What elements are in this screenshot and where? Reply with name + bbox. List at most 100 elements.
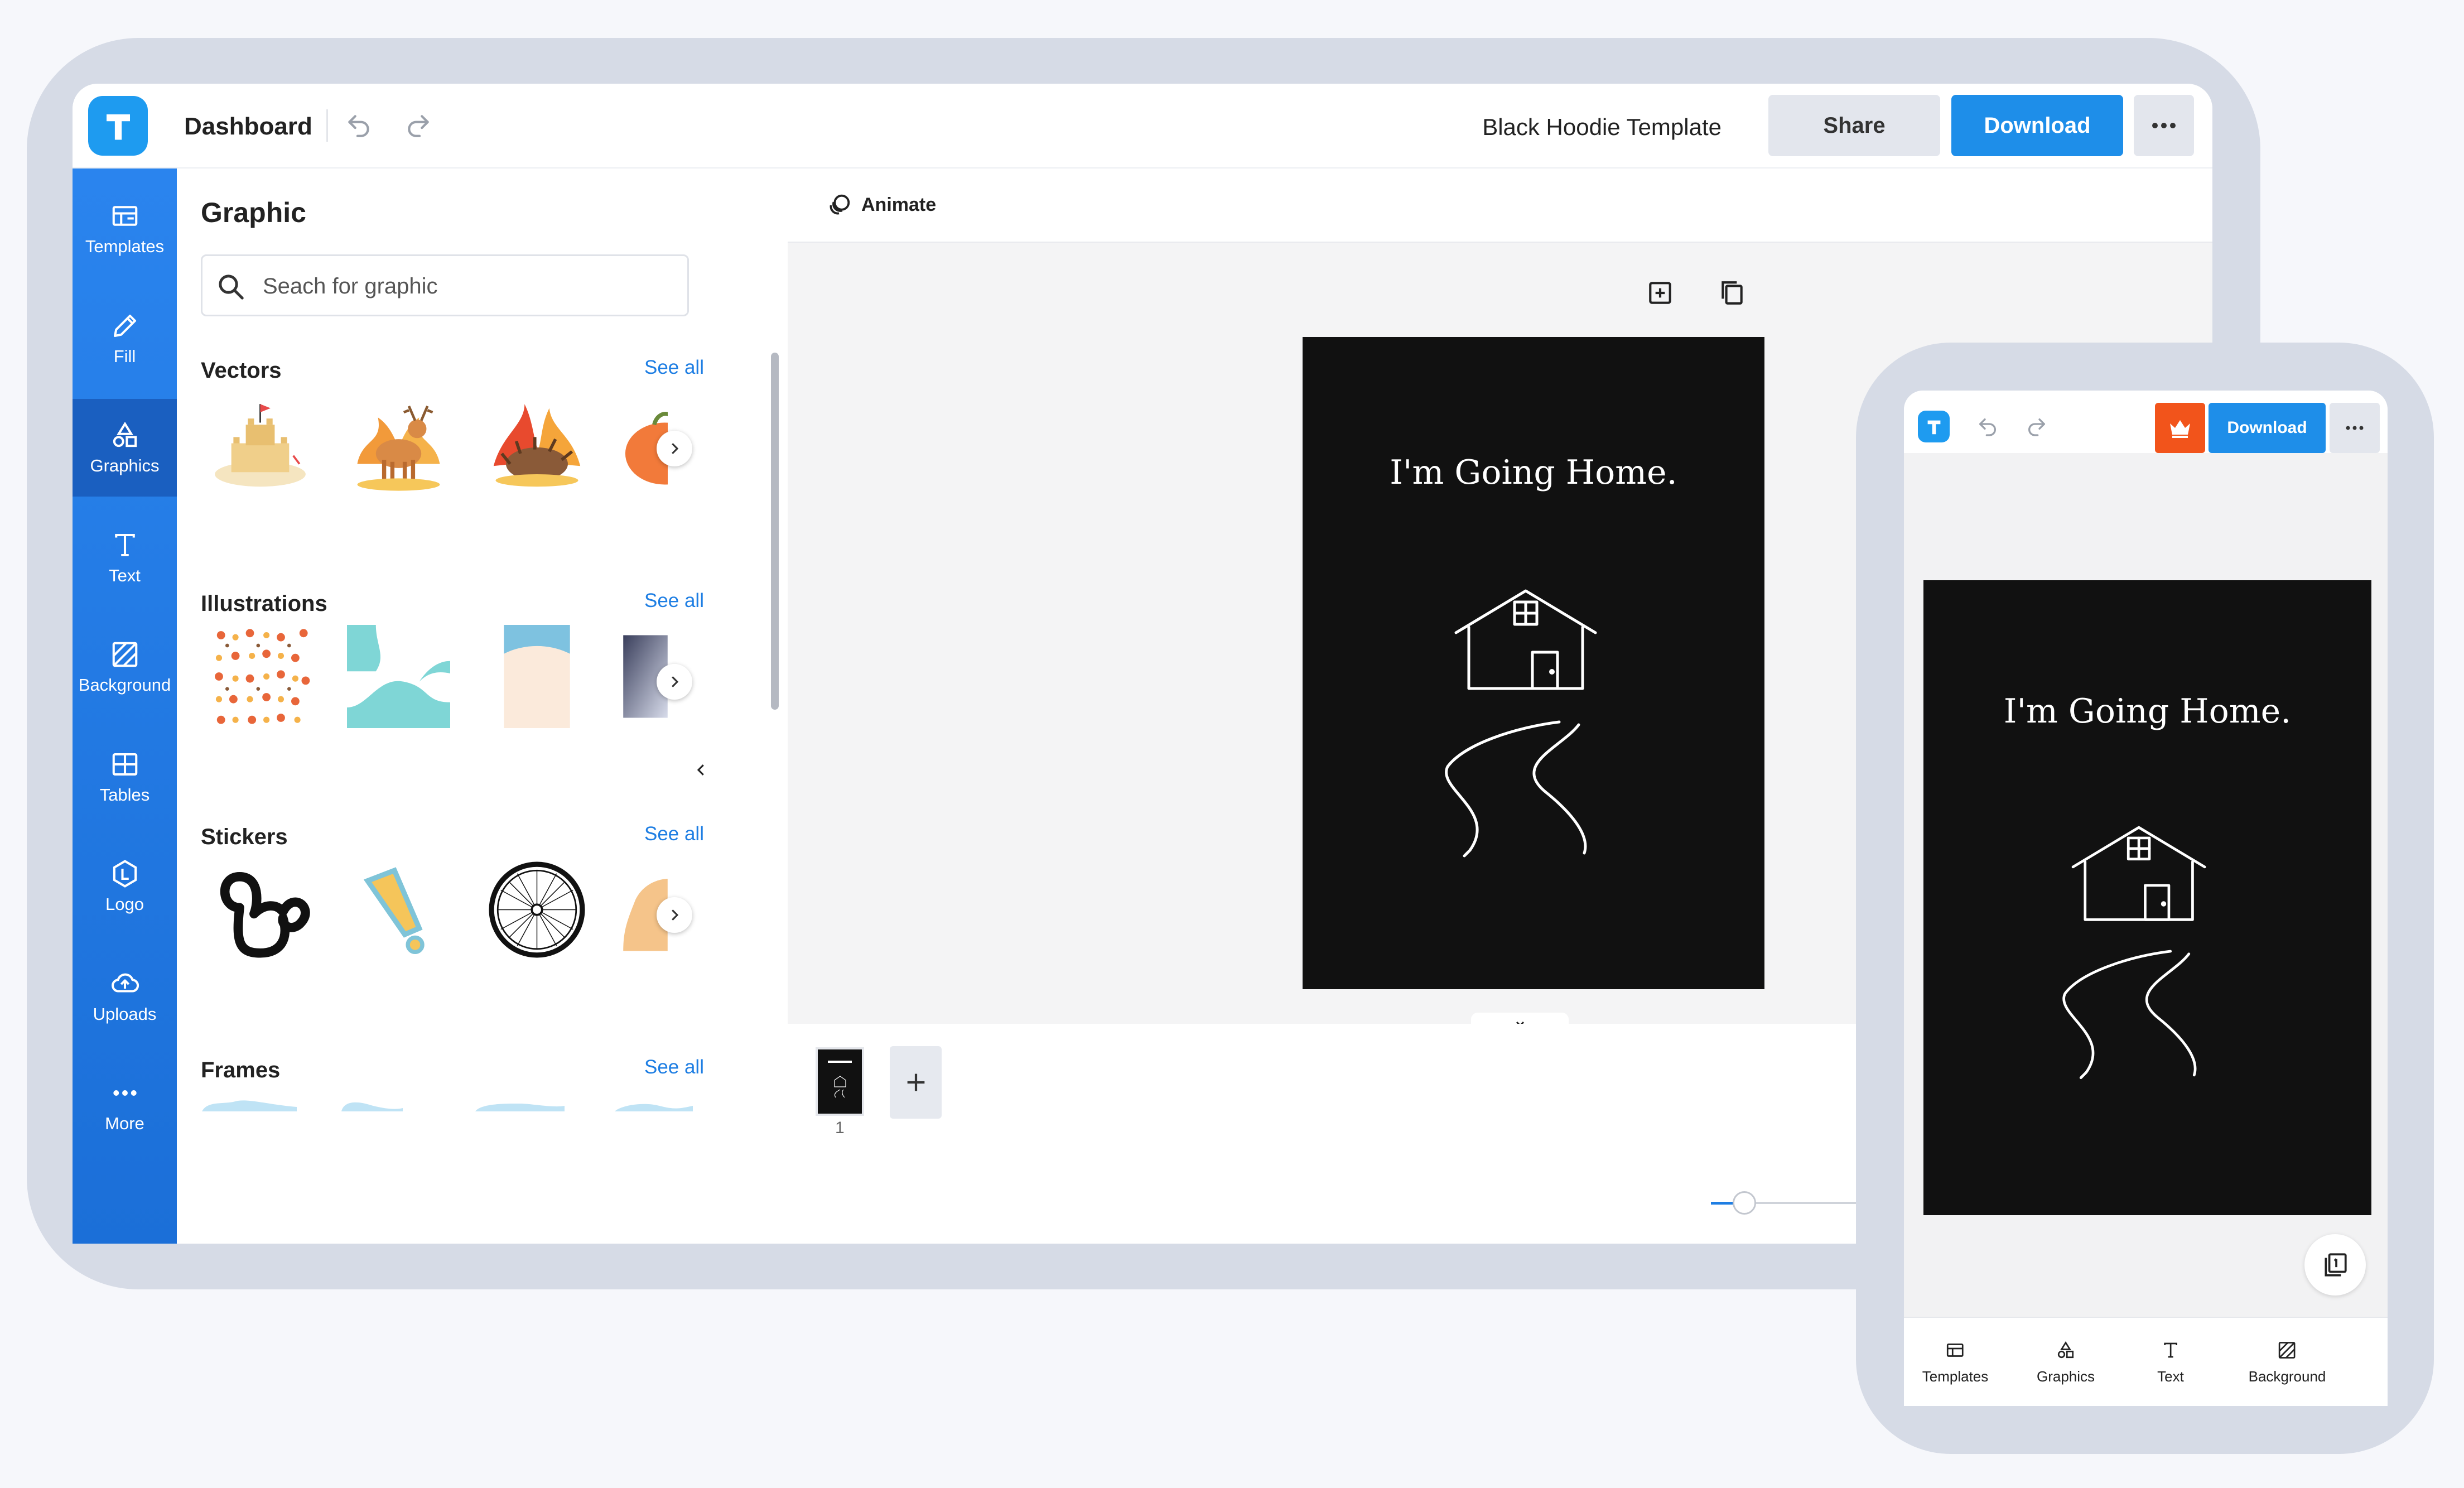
house-road-illustration[interactable] [1436, 577, 1637, 867]
exclamation-sticker[interactable] [347, 858, 450, 961]
page-thumbnail[interactable] [816, 1047, 864, 1116]
page-number: 1 [835, 1119, 845, 1137]
sidebar-item-label: Templates [85, 236, 165, 256]
sidebar-item-label: Background [78, 675, 171, 695]
mobile-design-canvas[interactable]: I'm Going Home. [1923, 580, 2371, 1215]
canvas-toolbar: Animate [788, 168, 2212, 243]
templates-icon [112, 205, 137, 226]
sidebar-item-text[interactable]: Text [73, 509, 177, 606]
hedgehog-leaves-graphic[interactable] [485, 392, 589, 495]
see-all-stickers-link[interactable]: See all [644, 823, 704, 845]
more-dots-icon [2152, 123, 2176, 128]
document-title[interactable]: Black Hoodie Template [1482, 114, 1722, 141]
app-logo-icon[interactable] [88, 96, 148, 156]
see-all-illustrations-link[interactable]: See all [644, 590, 704, 612]
zoom-slider-handle[interactable] [1733, 1191, 1756, 1215]
crown-icon [2170, 420, 2190, 438]
duplicate-page-icon[interactable] [1715, 276, 1749, 310]
mobile-editor: Download I'm Going Home. Templates Graph… [1904, 391, 2388, 1406]
mobile-tab-background[interactable]: Background [2249, 1340, 2326, 1385]
design-canvas[interactable]: I'm Going Home. [1303, 337, 1764, 989]
sidebar-item-more[interactable]: More [73, 1057, 177, 1154]
panel-title: Graphic [201, 197, 306, 228]
chevron-right-icon [672, 676, 679, 687]
mobile-tab-graphics[interactable]: Graphics [2037, 1340, 2095, 1385]
pages-icon [2325, 1253, 2347, 1277]
sidebar-item-background[interactable]: Background [73, 618, 177, 716]
divider [326, 109, 328, 142]
canvas-headline-text[interactable]: I'm Going Home. [1303, 453, 1764, 492]
sidebar-item-templates[interactable]: Templates [73, 180, 177, 277]
templates-icon [1947, 1343, 1964, 1357]
stickers-next-button[interactable] [657, 897, 692, 933]
search-input[interactable] [263, 270, 676, 302]
mobile-tab-templates[interactable]: Templates [1922, 1340, 1988, 1385]
sidebar-item-logo[interactable]: Logo [73, 837, 177, 935]
see-all-frames-link[interactable]: See all [644, 1056, 704, 1078]
add-page-icon[interactable] [1643, 276, 1677, 310]
see-all-vectors-link[interactable]: See all [644, 357, 704, 379]
animate-button[interactable]: Animate [827, 192, 936, 218]
section-title-frames: Frames [201, 1058, 281, 1082]
top-bar: Dashboard Black Hoodie Template Share Do… [73, 84, 2212, 168]
add-page-button[interactable] [890, 1046, 942, 1119]
chevron-left-icon [697, 764, 704, 776]
section-title-illustrations: Illustrations [201, 591, 327, 616]
left-navigation: Templates Fill Graphics Text Background … [73, 168, 177, 1244]
mobile-canvas-headline-text[interactable]: I'm Going Home. [1923, 692, 2371, 731]
search-icon [219, 275, 244, 300]
redo-icon[interactable] [399, 106, 438, 145]
background-icon [112, 642, 137, 667]
premium-crown-button[interactable] [2155, 403, 2205, 453]
graphic-search[interactable] [201, 254, 689, 316]
undo-icon[interactable] [1974, 413, 2002, 441]
download-button[interactable]: Download [1951, 95, 2123, 156]
sidebar-item-label: Tables [99, 784, 150, 805]
panel-scrollbar[interactable] [771, 353, 779, 710]
mobile-more-button[interactable] [2330, 403, 2380, 453]
table-icon [112, 753, 137, 776]
sidebar-item-label: Graphics [90, 455, 160, 475]
mobile-tab-label: Text [2157, 1368, 2184, 1385]
undo-icon[interactable] [339, 106, 378, 145]
teal-waves-illustration[interactable] [347, 625, 450, 728]
share-button[interactable]: Share [1768, 95, 1940, 156]
more-options-button[interactable] [2134, 95, 2194, 156]
mobile-download-button[interactable]: Download [2209, 403, 2326, 453]
mobile-tab-text[interactable]: Text [2157, 1340, 2184, 1385]
redo-icon[interactable] [2023, 413, 2051, 441]
app-logo-icon[interactable] [1918, 411, 1950, 442]
bicycle-wheel-sticker[interactable] [485, 858, 589, 961]
pencil-icon [113, 314, 136, 337]
animate-icon [830, 194, 850, 215]
deer-autumn-graphic[interactable] [347, 392, 450, 495]
text-icon [2164, 1342, 2177, 1358]
mobile-pages-button[interactable] [2304, 1234, 2366, 1296]
sidebar-item-label: Text [109, 565, 141, 585]
illustrations-next-button[interactable] [657, 664, 692, 700]
plus-icon [907, 1073, 924, 1091]
more-dots-icon [2346, 426, 2364, 430]
sidebar-item-label: More [105, 1113, 144, 1133]
dashboard-link[interactable]: Dashboard [184, 113, 312, 141]
letter-sticker[interactable] [209, 858, 312, 961]
text-icon [114, 533, 135, 556]
sidebar-item-tables[interactable]: Tables [73, 728, 177, 826]
more-dots-icon [113, 1090, 137, 1096]
house-road-illustration[interactable] [2055, 812, 2244, 1091]
graphic-panel: Graphic Vectors See all [177, 168, 788, 1244]
mobile-tab-label: Background [2248, 1368, 2326, 1385]
sidebar-item-label: Uploads [93, 1004, 157, 1024]
sidebar-item-label: Fill [113, 346, 136, 366]
collapse-panel-button[interactable] [686, 720, 716, 820]
vectors-next-button[interactable] [657, 431, 692, 466]
sidebar-item-label: Logo [105, 894, 144, 914]
sandcastle-graphic[interactable] [209, 392, 312, 495]
sidebar-item-fill[interactable]: Fill [73, 290, 177, 387]
sidebar-item-uploads[interactable]: Uploads [73, 947, 177, 1045]
sky-arch-illustration[interactable] [485, 625, 589, 728]
sidebar-item-graphics[interactable]: Graphics [73, 399, 177, 497]
mobile-tab-label: Graphics [2036, 1368, 2095, 1385]
frames-preview-strip[interactable] [202, 1089, 693, 1111]
leaf-pattern-illustration[interactable] [209, 625, 312, 728]
